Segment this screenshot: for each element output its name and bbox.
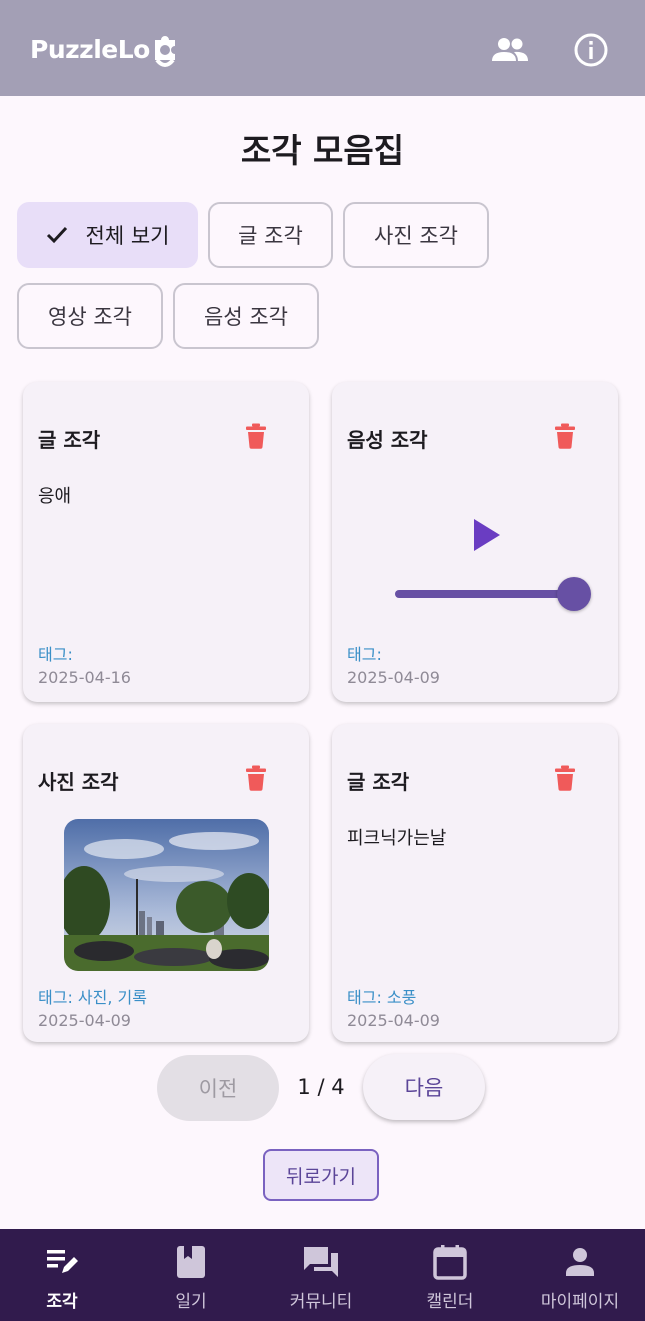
filter-chip-label: 사진 조각 — [374, 224, 458, 248]
card-title: 사진 조각 — [38, 770, 119, 794]
filter-chip-label: 영상 조각 — [48, 305, 132, 329]
page-title: 조각 모음집 — [240, 131, 405, 170]
card-tags: 태그: 사진, 기록 — [38, 988, 147, 1007]
book-icon — [176, 1243, 206, 1281]
card-title: 글 조각 — [347, 770, 410, 794]
nav-label: 마이페이지 — [540, 1292, 620, 1312]
trash-icon[interactable] — [554, 765, 576, 791]
nav-item-community[interactable]: 커뮤니티 — [271, 1229, 371, 1321]
card-title: 글 조각 — [38, 428, 101, 452]
piece-card-text[interactable]: 글 조각 응애 태그: 2025-04-16 — [23, 382, 309, 702]
play-icon[interactable] — [472, 518, 502, 552]
filter-chip-label: 음성 조각 — [204, 305, 288, 329]
card-body-text: 피크닉가는날 — [347, 828, 447, 849]
card-date: 2025-04-09 — [38, 1011, 131, 1030]
calendar-icon — [433, 1243, 467, 1281]
card-tags: 태그: 소풍 — [347, 988, 417, 1007]
back-button[interactable]: 뒤로가기 — [263, 1149, 379, 1201]
next-page-button[interactable]: 다음 — [363, 1054, 485, 1120]
top-app-bar: Puzzle Lo — [0, 0, 645, 96]
nav-label: 일기 — [175, 1292, 207, 1312]
filter-chip-video[interactable]: 영상 조각 — [17, 283, 163, 349]
group-icon[interactable] — [490, 30, 530, 70]
person-icon — [565, 1243, 595, 1281]
forum-icon — [302, 1243, 340, 1281]
card-body-text: 응애 — [38, 486, 72, 507]
audio-progress-thumb[interactable] — [557, 577, 591, 611]
logo-text-prefix: Puzzle — [30, 34, 118, 64]
card-date: 2025-04-09 — [347, 668, 440, 687]
filter-chip-label: 글 조각 — [238, 224, 303, 248]
logo-puzzle-g-icon — [154, 36, 175, 67]
nav-item-calendar[interactable]: 캘린더 — [410, 1229, 490, 1321]
logo-text-suffix: Lo — [117, 34, 151, 64]
filter-chip-audio[interactable]: 음성 조각 — [173, 283, 319, 349]
trash-icon[interactable] — [245, 423, 267, 449]
audio-progress-track[interactable] — [395, 590, 575, 598]
info-icon[interactable] — [571, 30, 611, 70]
card-tags: 태그: — [38, 645, 73, 664]
piece-photo[interactable] — [64, 819, 269, 971]
card-date: 2025-04-16 — [38, 668, 131, 687]
card-date: 2025-04-09 — [347, 1011, 440, 1030]
trash-icon[interactable] — [554, 423, 576, 449]
filter-chip-label: 전체 보기 — [85, 224, 170, 248]
prev-page-button[interactable]: 이전 — [157, 1055, 279, 1121]
filter-chip-all[interactable]: 전체 보기 — [17, 202, 198, 268]
nav-label: 커뮤니티 — [289, 1292, 353, 1312]
trash-icon[interactable] — [245, 765, 267, 791]
page-indicator: 1 / 4 — [297, 1075, 345, 1099]
piece-card-text[interactable]: 글 조각 피크닉가는날 태그: 소풍 2025-04-09 — [332, 724, 618, 1042]
nav-item-diary[interactable]: 일기 — [151, 1229, 231, 1321]
check-icon — [46, 226, 68, 244]
app-logo: Puzzle Lo — [30, 26, 181, 72]
nav-item-pieces[interactable]: 조각 — [22, 1229, 102, 1321]
piece-card-photo[interactable]: 사진 조각 태그: 사진, 기록 2025-04-09 — [23, 724, 309, 1042]
nav-label: 조각 — [46, 1292, 78, 1312]
card-tags: 태그: — [347, 645, 382, 664]
filter-chip-photo[interactable]: 사진 조각 — [343, 202, 489, 268]
bottom-navigation: 조각 일기 커뮤니티 캘린더 마이페이지 — [0, 1229, 645, 1321]
edit-list-icon — [45, 1243, 79, 1281]
nav-label: 캘린더 — [426, 1292, 474, 1312]
piece-card-audio[interactable]: 음성 조각 태그: 2025-04-09 — [332, 382, 618, 702]
filter-chip-text[interactable]: 글 조각 — [208, 202, 333, 268]
nav-item-mypage[interactable]: 마이페이지 — [531, 1229, 629, 1321]
card-title: 음성 조각 — [347, 428, 428, 452]
